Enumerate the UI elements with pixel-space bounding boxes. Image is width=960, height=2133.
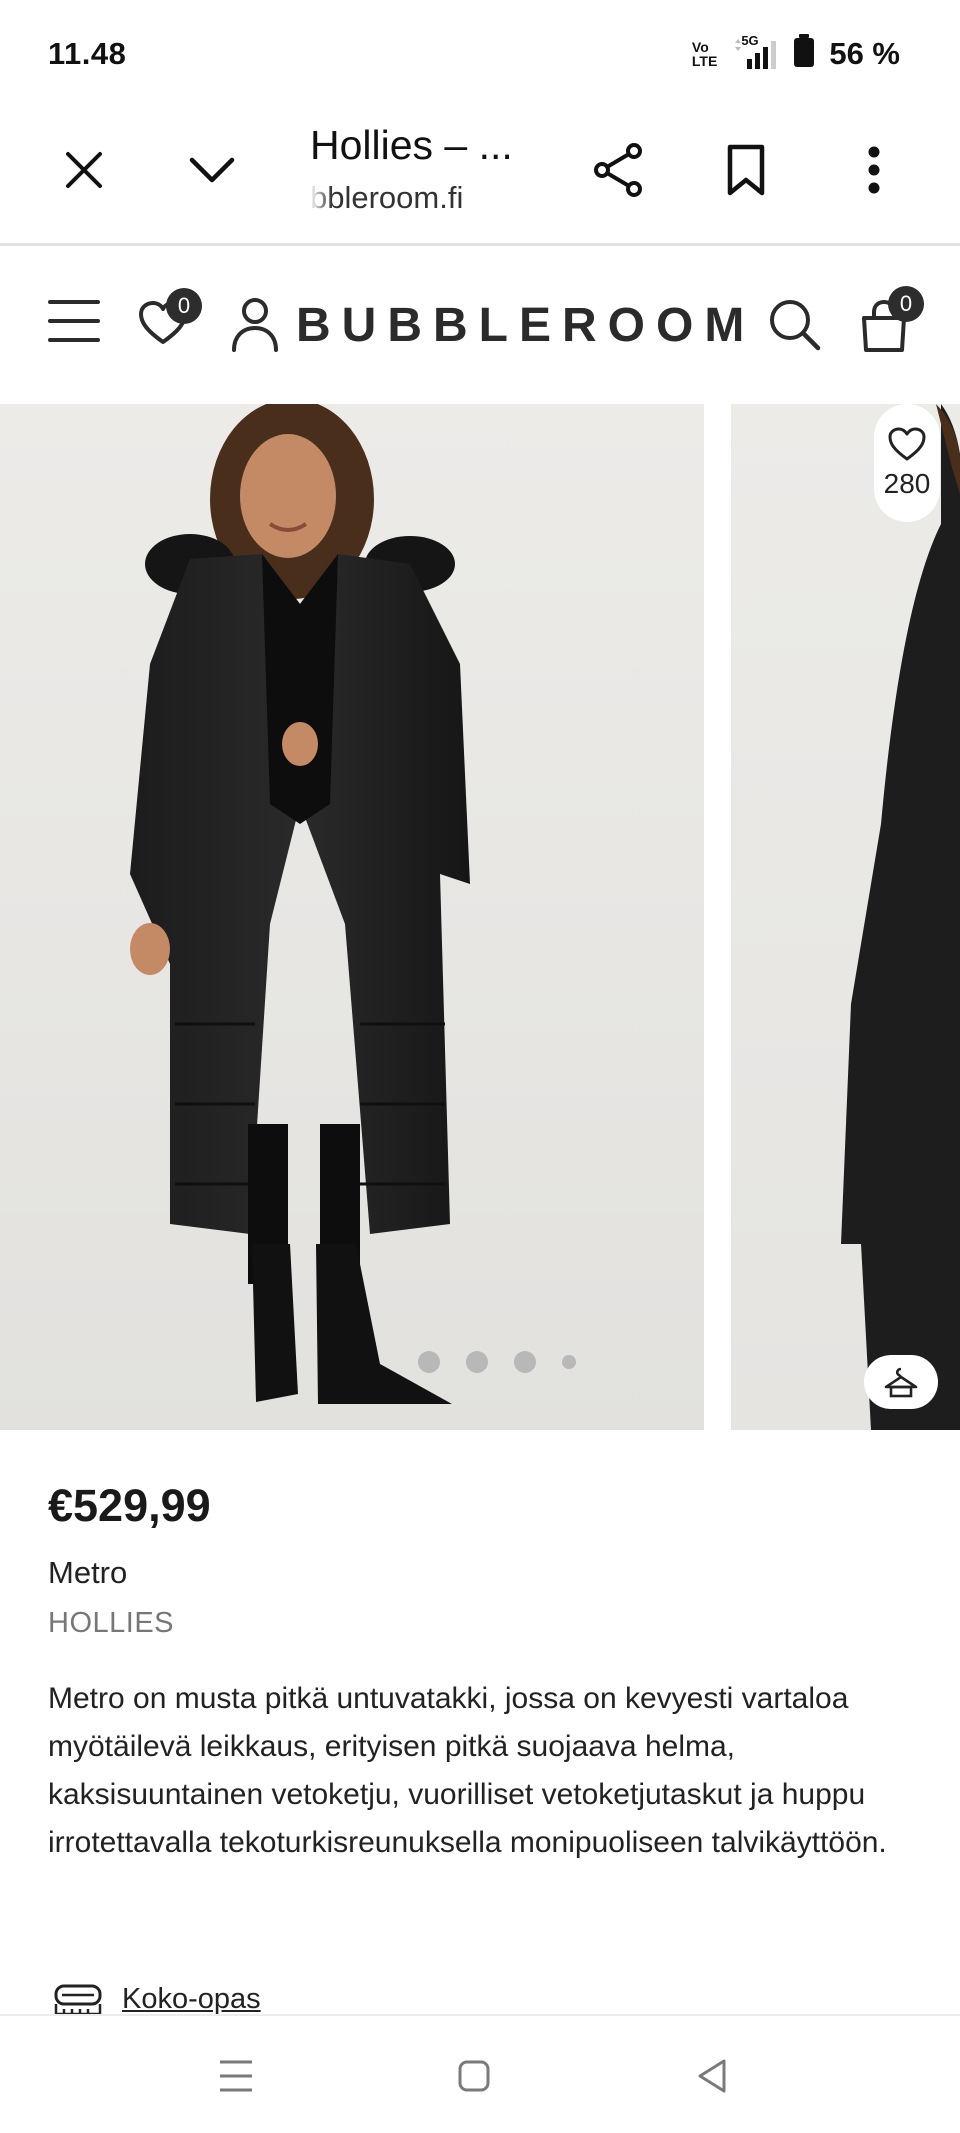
size-guide-link[interactable]: Koko-opas: [52, 1982, 261, 2016]
size-guide-label[interactable]: Koko-opas: [122, 1983, 261, 2016]
product-price: €529,99: [48, 1480, 211, 1531]
home-icon: [458, 2060, 490, 2092]
battery-icon: [793, 34, 815, 73]
product-image-next[interactable]: [731, 404, 960, 1430]
menu-icon: [48, 300, 100, 342]
signal-icon: 5G: [731, 33, 779, 71]
share-icon: [594, 143, 642, 197]
hanger-icon: [884, 1367, 918, 1398]
search-button[interactable]: [766, 296, 822, 352]
wishlist-count-badge: 0: [166, 288, 202, 324]
model-illustration-next: [841, 404, 960, 1430]
system-nav-bar: [0, 2014, 960, 2133]
more-options-button[interactable]: [838, 134, 910, 206]
share-button[interactable]: [582, 134, 654, 206]
bookmark-button[interactable]: [710, 134, 782, 206]
product-image-main[interactable]: [0, 404, 704, 1430]
page-title[interactable]: Hollies – ...: [310, 122, 513, 169]
similar-items-button[interactable]: [864, 1355, 938, 1409]
close-tab-button[interactable]: [48, 134, 120, 206]
status-time: 11.48: [48, 36, 127, 71]
product-brand[interactable]: HOLLIES: [48, 1607, 174, 1640]
model-illustration: [130, 404, 470, 1404]
brand-logo[interactable]: BUBBLEROOM: [296, 298, 755, 353]
recent-apps-button[interactable]: [206, 2046, 266, 2106]
battery-level: 56 %: [829, 35, 900, 71]
carousel-dots: [418, 1351, 576, 1373]
carousel-dot[interactable]: [562, 1355, 576, 1369]
volte-top: Vo: [691, 38, 709, 55]
like-button[interactable]: 280: [874, 404, 940, 522]
menu-button[interactable]: [48, 298, 100, 350]
cart-count-badge: 0: [888, 286, 924, 322]
account-icon: [232, 298, 278, 352]
search-icon: [770, 300, 821, 351]
heart-icon: [888, 427, 926, 461]
back-icon: [698, 2059, 726, 2093]
carousel-dot[interactable]: [466, 1351, 488, 1373]
home-button[interactable]: [444, 2046, 504, 2106]
like-count: 280: [883, 468, 931, 499]
status-indicators: Vo LTE 5G 56 %: [692, 33, 900, 73]
back-button[interactable]: [682, 2046, 742, 2106]
account-button[interactable]: [230, 296, 280, 352]
collapse-button[interactable]: [176, 134, 248, 206]
status-bar: 11.48 Vo LTE 5G 56 %: [0, 0, 960, 100]
recent-apps-icon: [220, 2060, 252, 2092]
volte-bottom: LTE: [691, 52, 718, 69]
volte-indicator: Vo LTE: [692, 40, 717, 68]
product-description: Metro on musta pitkä untuvatakki, jossa …: [48, 1682, 887, 1859]
product-name: Metro: [48, 1555, 128, 1590]
product-gallery[interactable]: [0, 404, 960, 1430]
bookmark-icon: [727, 144, 765, 196]
url-fade: [310, 180, 332, 218]
carousel-dot[interactable]: [418, 1351, 440, 1373]
more-vert-icon: [868, 146, 880, 194]
site-header: 0 BUBBLEROOM 0: [0, 250, 960, 400]
chevron-down-icon: [189, 157, 235, 183]
carousel-dot[interactable]: [514, 1351, 536, 1373]
close-icon: [66, 152, 102, 188]
browser-toolbar: Hollies – ... bbleroom.fi: [0, 100, 960, 246]
measuring-tape-icon: [54, 1984, 102, 2016]
page-url[interactable]: bbleroom.fi: [310, 180, 480, 216]
